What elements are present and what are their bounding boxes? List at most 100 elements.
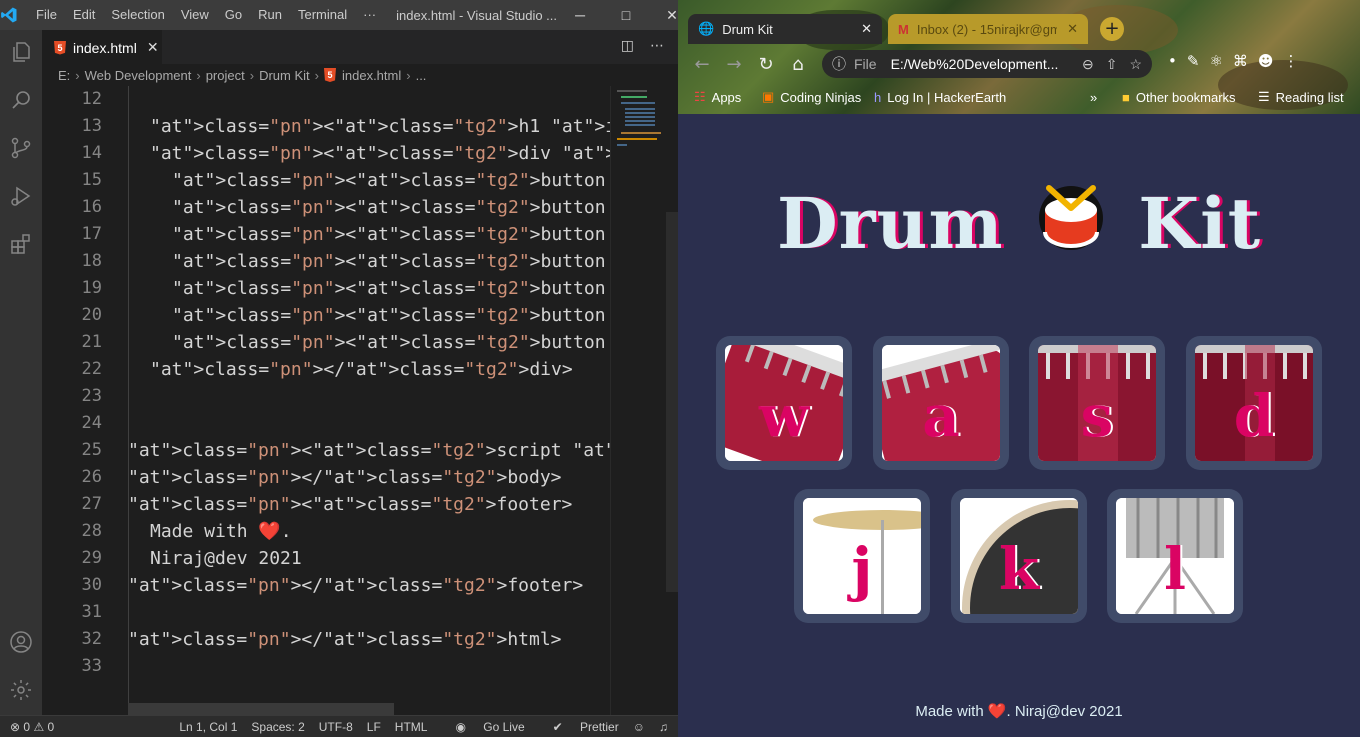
drum-button-d[interactable]: d — [1186, 336, 1322, 470]
more-actions-icon[interactable]: ⋯ — [650, 38, 664, 54]
code-editor[interactable]: 12 13 "at">class="pn"><"at">class="tg2">h1… — [42, 86, 610, 715]
language-mode[interactable]: HTML — [395, 720, 428, 734]
extensions-icon[interactable] — [0, 224, 42, 264]
code-line: "at">class="pn"><"at">class="tg2">h1 "at… — [150, 116, 610, 137]
breadcrumb-item[interactable]: project — [206, 68, 245, 83]
drum-button-k[interactable]: k — [951, 489, 1087, 623]
code-line: "at">class="pn"></"at">class="tg2">div> — [150, 359, 573, 380]
gmail-icon: M — [898, 21, 909, 37]
accounts-icon[interactable] — [0, 622, 42, 662]
page-footer: Made with ❤️. Niraj@dev 2021 — [915, 703, 1123, 720]
status-bar: ⊗ 0 ⚠ 0 Ln 1, Col 1 Spaces: 2 UTF-8 LF H… — [0, 715, 678, 737]
chevron-right-icon: › — [406, 67, 411, 83]
menu-more[interactable]: ··· — [355, 0, 384, 30]
vertical-scrollbar[interactable] — [666, 212, 678, 592]
drum-button-s[interactable]: s — [1029, 336, 1165, 470]
vscode-logo-icon — [0, 0, 18, 30]
code-line: Niraj@dev 2021 — [150, 548, 302, 569]
breadcrumb-item[interactable]: index.html — [342, 68, 401, 83]
maximize-icon[interactable]: □ — [603, 7, 649, 24]
line-number: 29 — [81, 548, 102, 568]
line-number: 17 — [81, 224, 102, 244]
reload-icon[interactable]: ↻ — [750, 54, 782, 75]
browser-tab-inbox[interactable]: M Inbox (2) - 15nirajkr@gm... ✕ — [888, 14, 1088, 44]
drum-button-j[interactable]: j — [794, 489, 930, 623]
bookmark-apps[interactable]: ☷ Apps — [694, 89, 741, 105]
reading-list[interactable]: ☰ Reading list — [1258, 89, 1344, 105]
problems-indicator[interactable]: ⊗ 0 ⚠ 0 — [10, 720, 54, 734]
folder-icon: ■ — [1122, 89, 1130, 105]
minimap[interactable] — [610, 86, 668, 715]
drum-button-l[interactable]: l — [1107, 489, 1243, 623]
menu-run[interactable]: Run — [250, 0, 290, 30]
minimize-icon[interactable]: ─ — [557, 7, 603, 24]
horizontal-scrollbar[interactable] — [128, 703, 394, 715]
bookmarks-bar: ☷ Apps ▣ Coding Ninjas h Log In | HackerEar… — [678, 84, 1360, 110]
run-debug-icon[interactable] — [0, 176, 42, 216]
notifications-bell-icon[interactable]: ♫ — [659, 720, 668, 734]
line-number: 30 — [81, 575, 102, 595]
code-line: "at">class="pn"><"at">class="tg2">button… — [172, 332, 610, 353]
bookmark-coding-ninjas[interactable]: ▣ Coding Ninjas — [762, 89, 861, 105]
bookmark-hackerearth[interactable]: h Log In | HackerEarth — [874, 90, 1006, 105]
bookmarks-overflow[interactable]: » — [1090, 90, 1097, 105]
close-tab-icon[interactable]: ✕ — [147, 39, 159, 56]
split-editor-icon[interactable]: ◫ — [621, 38, 634, 54]
menu-go[interactable]: Go — [217, 0, 250, 30]
encoding[interactable]: UTF-8 — [319, 720, 353, 734]
line-number: 12 — [81, 89, 102, 109]
indentation[interactable]: Spaces: 2 — [251, 720, 304, 734]
breadcrumb-item[interactable]: E: — [58, 68, 70, 83]
search-icon[interactable] — [0, 80, 42, 120]
profile-avatar[interactable]: ☻ — [1258, 52, 1274, 70]
vscode-titlebar: File Edit Selection View Go Run Terminal… — [0, 0, 678, 30]
cursor-position[interactable]: Ln 1, Col 1 — [179, 720, 237, 734]
close-tab-icon[interactable]: ✕ — [1067, 21, 1078, 37]
menu-view[interactable]: View — [173, 0, 217, 30]
line-number: 23 — [81, 386, 102, 406]
url-text[interactable]: E:/Web%20Development... — [891, 56, 1059, 72]
prettier-button[interactable]: ✔ Prettier — [539, 720, 619, 734]
close-tab-icon[interactable]: ✕ — [861, 21, 872, 37]
explorer-icon[interactable] — [0, 32, 42, 72]
extension-icon[interactable]: • — [1168, 52, 1177, 70]
menu-selection[interactable]: Selection — [103, 0, 172, 30]
home-icon[interactable]: ⌂ — [782, 54, 814, 75]
tab-title: Inbox (2) - 15nirajkr@gm... — [916, 21, 1057, 37]
address-bar[interactable]: ⓘ File E:/Web%20Development... ⊖ ⇧ ☆ — [822, 50, 1152, 78]
share-icon[interactable]: ⇧ — [1106, 56, 1118, 73]
end-of-line[interactable]: LF — [367, 720, 381, 734]
tab-index-html[interactable]: 5 index.html ✕ — [42, 30, 162, 64]
settings-gear-icon[interactable] — [0, 670, 42, 710]
breadcrumb-item[interactable]: Web Development — [85, 68, 192, 83]
feedback-icon[interactable]: ☺ — [633, 720, 645, 734]
forward-arrow-icon[interactable]: → — [718, 54, 750, 75]
react-icon[interactable]: ⚛ — [1209, 52, 1222, 70]
breadcrumb-item[interactable]: Drum Kit — [259, 68, 310, 83]
source-control-icon[interactable] — [0, 128, 42, 168]
extensions-puzzle-icon[interactable]: ⌘ — [1233, 52, 1248, 70]
extension-icon[interactable]: ✎ — [1187, 52, 1200, 70]
bookmark-other[interactable]: ■ Other bookmarks — [1122, 90, 1236, 105]
breadcrumb-item[interactable]: ... — [416, 68, 427, 83]
line-number: 32 — [81, 629, 102, 649]
back-arrow-icon[interactable]: ← — [686, 54, 718, 75]
bookmark-star-icon[interactable]: ☆ — [1129, 56, 1142, 73]
zoom-icon[interactable]: ⊖ — [1082, 56, 1094, 73]
drum-button-a[interactable]: a — [873, 336, 1009, 470]
html5-icon: 5 — [323, 68, 336, 82]
go-live-button[interactable]: ◉ Go Live — [441, 720, 524, 734]
drum-button-w[interactable]: w — [716, 336, 852, 470]
activity-bar — [0, 30, 42, 715]
chrome-menu-icon[interactable]: ⋮ — [1284, 52, 1299, 70]
menu-edit[interactable]: Edit — [65, 0, 103, 30]
new-tab-button[interactable]: + — [1100, 17, 1124, 41]
hackerearth-icon: h — [874, 89, 882, 105]
line-number: 28 — [81, 521, 102, 541]
chevron-right-icon: › — [314, 67, 319, 83]
menu-file[interactable]: File — [28, 0, 65, 30]
line-number: 16 — [81, 197, 102, 217]
info-icon[interactable]: ⓘ — [832, 54, 846, 74]
browser-tab-drum-kit[interactable]: 🌐 Drum Kit ✕ — [688, 14, 882, 44]
menu-terminal[interactable]: Terminal — [290, 0, 355, 30]
